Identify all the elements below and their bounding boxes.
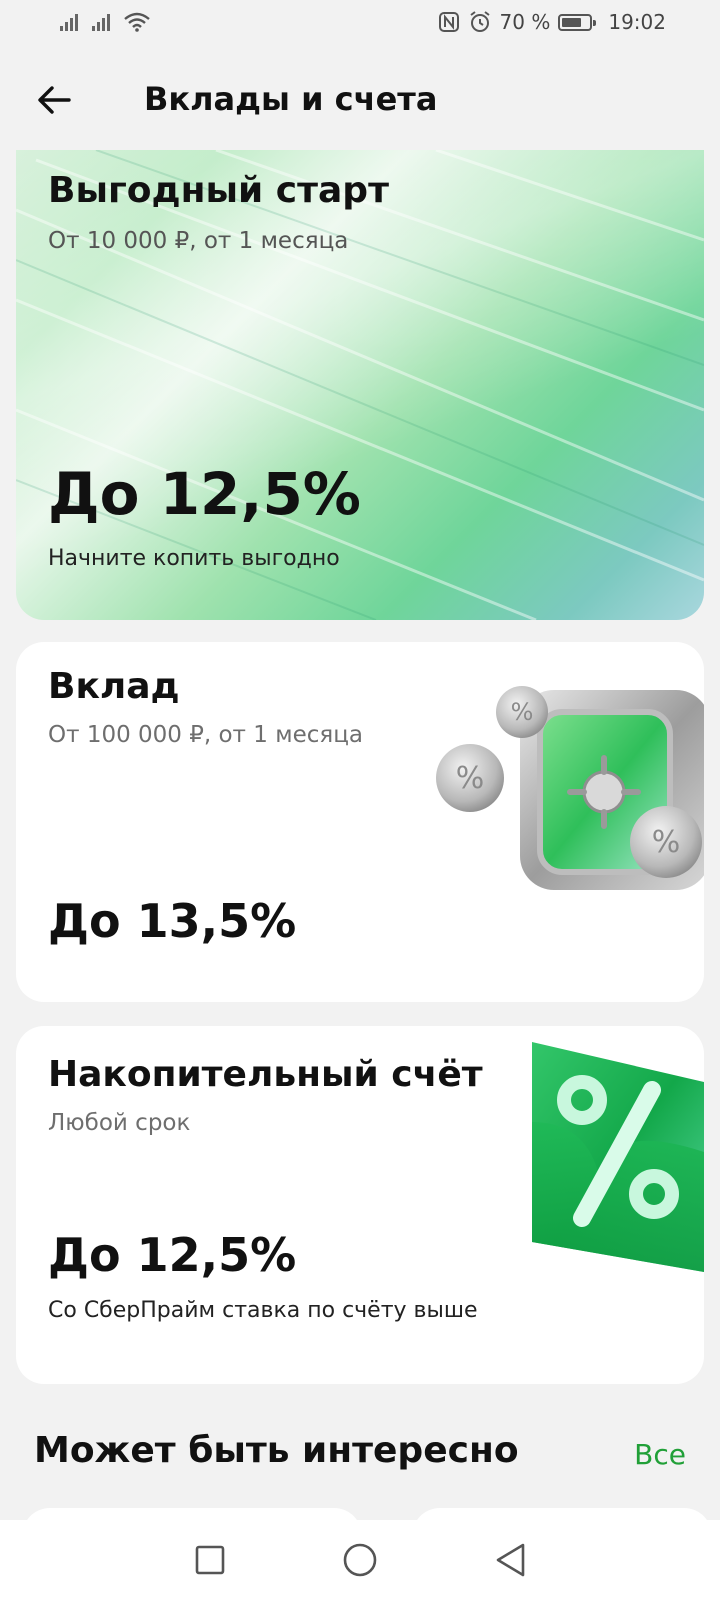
card-title: Накопительный счёт [48, 1054, 483, 1095]
card-rate: До 12,5% [48, 1228, 297, 1282]
app-header: Вклады и счета [0, 60, 720, 140]
card-rate: До 13,5% [48, 894, 297, 948]
battery-percent: 70 % [499, 10, 551, 34]
system-nav-bar [0, 1520, 720, 1600]
card-rate: До 12,5% [48, 460, 361, 528]
recents-square-icon [195, 1545, 225, 1575]
status-right: 70 % 19:02 [438, 10, 666, 34]
status-bar: 70 % 19:02 [0, 0, 720, 44]
clock: 19:02 [608, 10, 666, 34]
card-subtitle: От 10 000 ₽, от 1 месяца [48, 228, 349, 254]
card-title: Выгодный старт [48, 170, 389, 211]
percent-card-icon [532, 1042, 704, 1272]
back-button[interactable] [34, 80, 74, 120]
wifi-icon [124, 12, 150, 32]
card-subtitle: От 100 000 ₽, от 1 месяца [48, 722, 363, 748]
status-left [60, 12, 150, 32]
arrow-left-icon [38, 86, 71, 114]
card-note: Начните копить выгодно [48, 546, 340, 571]
safe-with-coins-icon: % % % [436, 686, 704, 890]
page-title: Вклады и счета [144, 80, 438, 118]
card-note: Со СберПрайм ставка по счёту выше [48, 1298, 478, 1323]
battery-icon [558, 13, 597, 31]
see-all-link[interactable]: Все [634, 1438, 686, 1471]
alarm-icon [469, 11, 490, 32]
nfc-icon [438, 12, 459, 32]
home-circle-icon [343, 1543, 377, 1577]
svg-text:%: % [652, 825, 681, 860]
product-card-vklad[interactable]: Вклад От 100 000 ₽, от 1 месяца До 13,5% [16, 642, 704, 1002]
product-card-savings-account[interactable]: Накопительный счёт Любой срок До 12,5% С… [16, 1026, 704, 1384]
section-title: Может быть интересно [34, 1430, 519, 1471]
svg-text:%: % [456, 761, 485, 796]
back-triangle-icon [496, 1543, 525, 1577]
svg-text:%: % [511, 698, 534, 726]
home-button[interactable] [340, 1540, 380, 1580]
signal-icon [92, 13, 110, 31]
signal-icon [60, 13, 78, 31]
promo-card-vygodny-start[interactable]: Выгодный старт От 10 000 ₽, от 1 месяца … [16, 150, 704, 620]
system-back-button[interactable] [490, 1540, 530, 1580]
card-title: Вклад [48, 666, 180, 707]
recents-button[interactable] [190, 1540, 230, 1580]
card-subtitle: Любой срок [48, 1110, 191, 1136]
